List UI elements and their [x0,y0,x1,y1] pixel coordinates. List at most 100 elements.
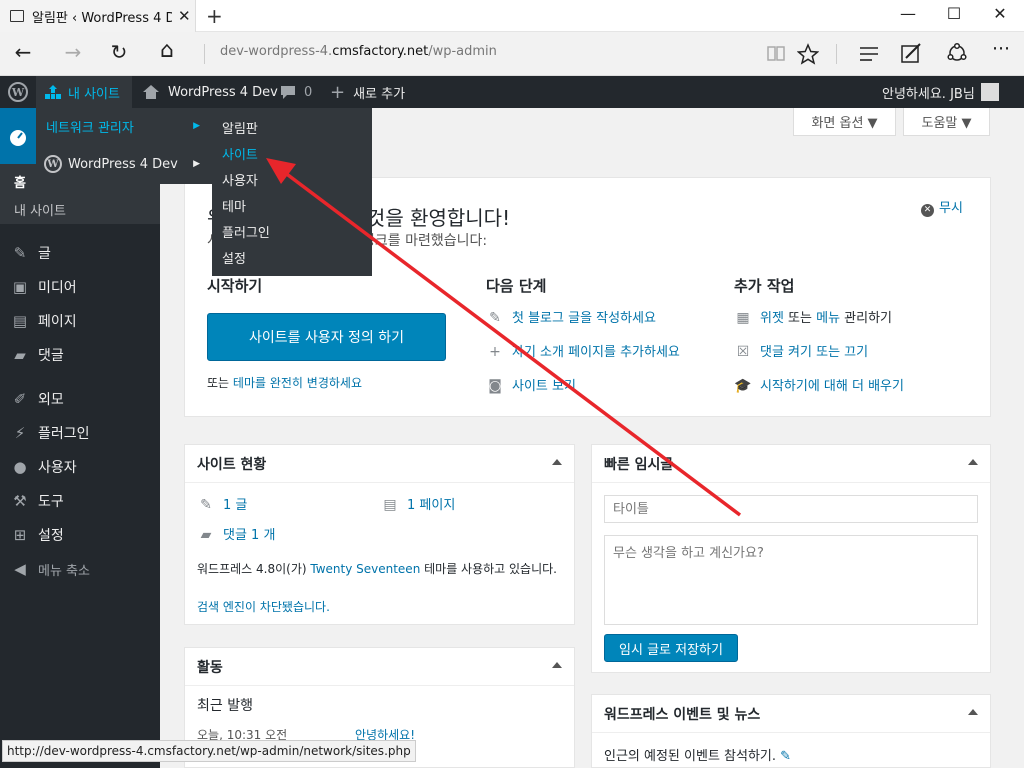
edit-location-icon[interactable]: ✎ [780,749,791,764]
save-draft-button[interactable]: 임시 글로 저장하기 [604,634,738,662]
minimize-icon[interactable]: — [888,4,928,23]
web-note-icon[interactable] [900,42,922,64]
submenu-sites[interactable]: 사이트 [222,144,258,163]
sidebar-sub-home[interactable]: 홈 [14,172,26,191]
user-icon: ● [13,458,27,476]
reading-view-icon[interactable] [766,44,786,64]
back-icon[interactable]: ← [8,40,38,64]
address-toolbar: ← → ↻ ⌂ dev-wordpress-4.cmsfactory.net/w… [0,32,1024,76]
url-prefix: dev-wordpress-4. [220,44,333,59]
quick-draft-widget: 빠른 임시글 임시 글로 저장하기 [591,444,991,673]
draft-content-textarea[interactable] [604,535,978,625]
recently-published-heading: 최근 발행 [197,698,253,714]
sidebar-item-plugins[interactable]: ⚡ 플러그인 [0,416,160,450]
collapse-menu-button[interactable]: ◀ 메뉴 축소 [0,552,160,586]
toggle-panel-icon[interactable] [968,709,978,715]
close-tab-icon[interactable]: ✕ [178,7,191,25]
more-actions-heading: 추가 작업 [734,277,795,295]
toggle-panel-icon[interactable] [968,459,978,465]
network-admin-label: 네트워크 관리자 [46,120,134,136]
customize-site-button[interactable]: 사이트를 사용자 정의 하기 [207,313,446,361]
my-account-menu[interactable]: 안녕하세요. JB님 [882,76,999,108]
plugin-icon: ⚡ [14,424,26,442]
sidebar-label: 미디어 [38,280,77,296]
submenu-plugins[interactable]: 플러그인 [222,222,270,241]
my-sites-label: 내 사이트 [68,86,120,102]
network-admin-item[interactable]: 네트워크 관리자 ▶ [36,108,212,144]
refresh-icon[interactable]: ↻ [104,40,134,64]
submenu-themes[interactable]: 테마 [222,196,246,215]
wp-admin-bar: W 내 사이트 WordPress 4 Dev 0 + 새로 추가 안녕하세요.… [0,76,1024,108]
comments-count-link[interactable]: 댓글 1 개 [223,528,275,543]
avatar [980,83,999,101]
change-theme-link[interactable]: 테마를 완전히 변경하세요 [233,376,362,390]
or-text: 또는 [207,376,230,390]
sidebar-label: 외모 [38,392,64,408]
url-field[interactable]: dev-wordpress-4.cmsfactory.net/wp-admin [220,44,497,59]
window-close-icon[interactable]: ✕ [980,4,1020,23]
sidebar-label: 설정 [38,528,64,544]
site-item[interactable]: W WordPress 4 Dev ▶ [36,146,212,182]
menus-link[interactable]: 메뉴 [816,311,840,326]
widgets-link[interactable]: 위젯 [760,311,784,326]
sidebar-sub-my-sites[interactable]: 내 사이트 [14,200,66,219]
events-news-widget: 워드프레스 이벤트 및 뉴스 인근의 예정된 이벤트 참석하기. ✎ [591,694,991,768]
sidebar-item-media[interactable]: ▣ 미디어 [0,270,160,304]
submenu-users[interactable]: 사용자 [222,170,258,189]
view-site-link[interactable]: 사이트 보기 [512,379,576,394]
dismiss-icon: ✕ [921,204,934,217]
edit-icon: ✎ [489,310,501,326]
next-steps-heading: 다음 단계 [486,277,547,295]
toggle-comments-link[interactable]: 댓글 켜기 또는 끄기 [760,345,868,360]
maximize-icon[interactable]: ☐ [934,4,974,23]
draft-title-input[interactable] [604,495,978,523]
browser-tab[interactable]: 알림판 ‹ WordPress 4 D ✕ [0,0,196,32]
theme-link[interactable]: Twenty Seventeen [310,562,420,576]
toggle-panel-icon[interactable] [552,459,562,465]
submenu-dashboard[interactable]: 알림판 [222,118,258,137]
sidebar-item-comments[interactable]: ▰ 댓글 [0,338,160,372]
sidebar-item-users[interactable]: ● 사용자 [0,450,160,484]
events-text: 인근의 예정된 이벤트 참석하기. [604,749,777,764]
submenu-settings[interactable]: 설정 [222,248,246,267]
comments-menu[interactable]: 0 [280,76,312,108]
version-text: 워드프레스 4.8이(가) [197,562,311,576]
learn-icon: 🎓 [734,378,752,394]
network-admin-submenu: 알림판 사이트 사용자 테마 플러그인 설정 [212,108,372,276]
add-about-page-link[interactable]: 자기 소개 페이지를 추가하세요 [512,345,680,360]
sidebar-label: 댓글 [38,348,64,364]
site-name-menu[interactable]: WordPress 4 Dev [140,76,278,108]
hub-icon[interactable] [858,45,880,63]
write-post-link[interactable]: 첫 블로그 글을 작성하세요 [512,311,656,326]
sidebar-item-appearance[interactable]: ✐ 외모 [0,382,160,416]
learn-more-link[interactable]: 시작하기에 대해 더 배우기 [760,379,904,394]
home-icon[interactable]: ⌂ [152,38,182,63]
sidebar-item-settings[interactable]: ⊞ 설정 [0,518,160,552]
greeting-label: 안녕하세요. JB님 [882,86,975,102]
my-sites-menu[interactable]: 내 사이트 [36,76,132,108]
toggle-panel-icon[interactable] [552,662,562,668]
favorite-star-icon[interactable] [797,43,819,65]
settings-icon: ⊞ [13,526,27,544]
screen-options-button[interactable]: 화면 옵션 ▼ [793,108,896,136]
help-button[interactable]: 도움말 ▼ [903,108,990,136]
share-icon[interactable] [946,42,968,64]
wp-logo-menu[interactable]: W [0,76,36,108]
more-icon[interactable]: ··· [986,38,1016,60]
pages-count-link[interactable]: 1 페이지 [407,498,455,513]
plus-icon: + [330,81,346,103]
posts-count-link[interactable]: 1 글 [223,498,247,513]
forward-icon[interactable]: → [58,40,88,64]
sidebar-item-pages[interactable]: ▤ 페이지 [0,304,160,338]
admin-sidebar: 홈 내 사이트 ✎ 글 ▣ 미디어 ▤ 페이지 ▰ 댓글 ✐ 외모 ⚡ 플러그인 ● 사용자 … [0,108,160,768]
new-content-label: 새로 추가 [353,86,406,102]
sidebar-item-posts[interactable]: ✎ 글 [0,236,160,270]
sidebar-item-tools[interactable]: ⚒ 도구 [0,484,160,518]
wordpress-logo-icon: W [8,82,28,102]
search-engines-blocked-link[interactable]: 검색 엔진이 차단됐습니다. [197,598,330,615]
new-content-menu[interactable]: + 새로 추가 [330,76,405,108]
new-tab-icon[interactable]: + [206,4,223,28]
or-text: 또는 [783,311,817,326]
url-path: /wp-admin [428,44,497,59]
dismiss-link[interactable]: ✕ 무시 [921,197,963,217]
